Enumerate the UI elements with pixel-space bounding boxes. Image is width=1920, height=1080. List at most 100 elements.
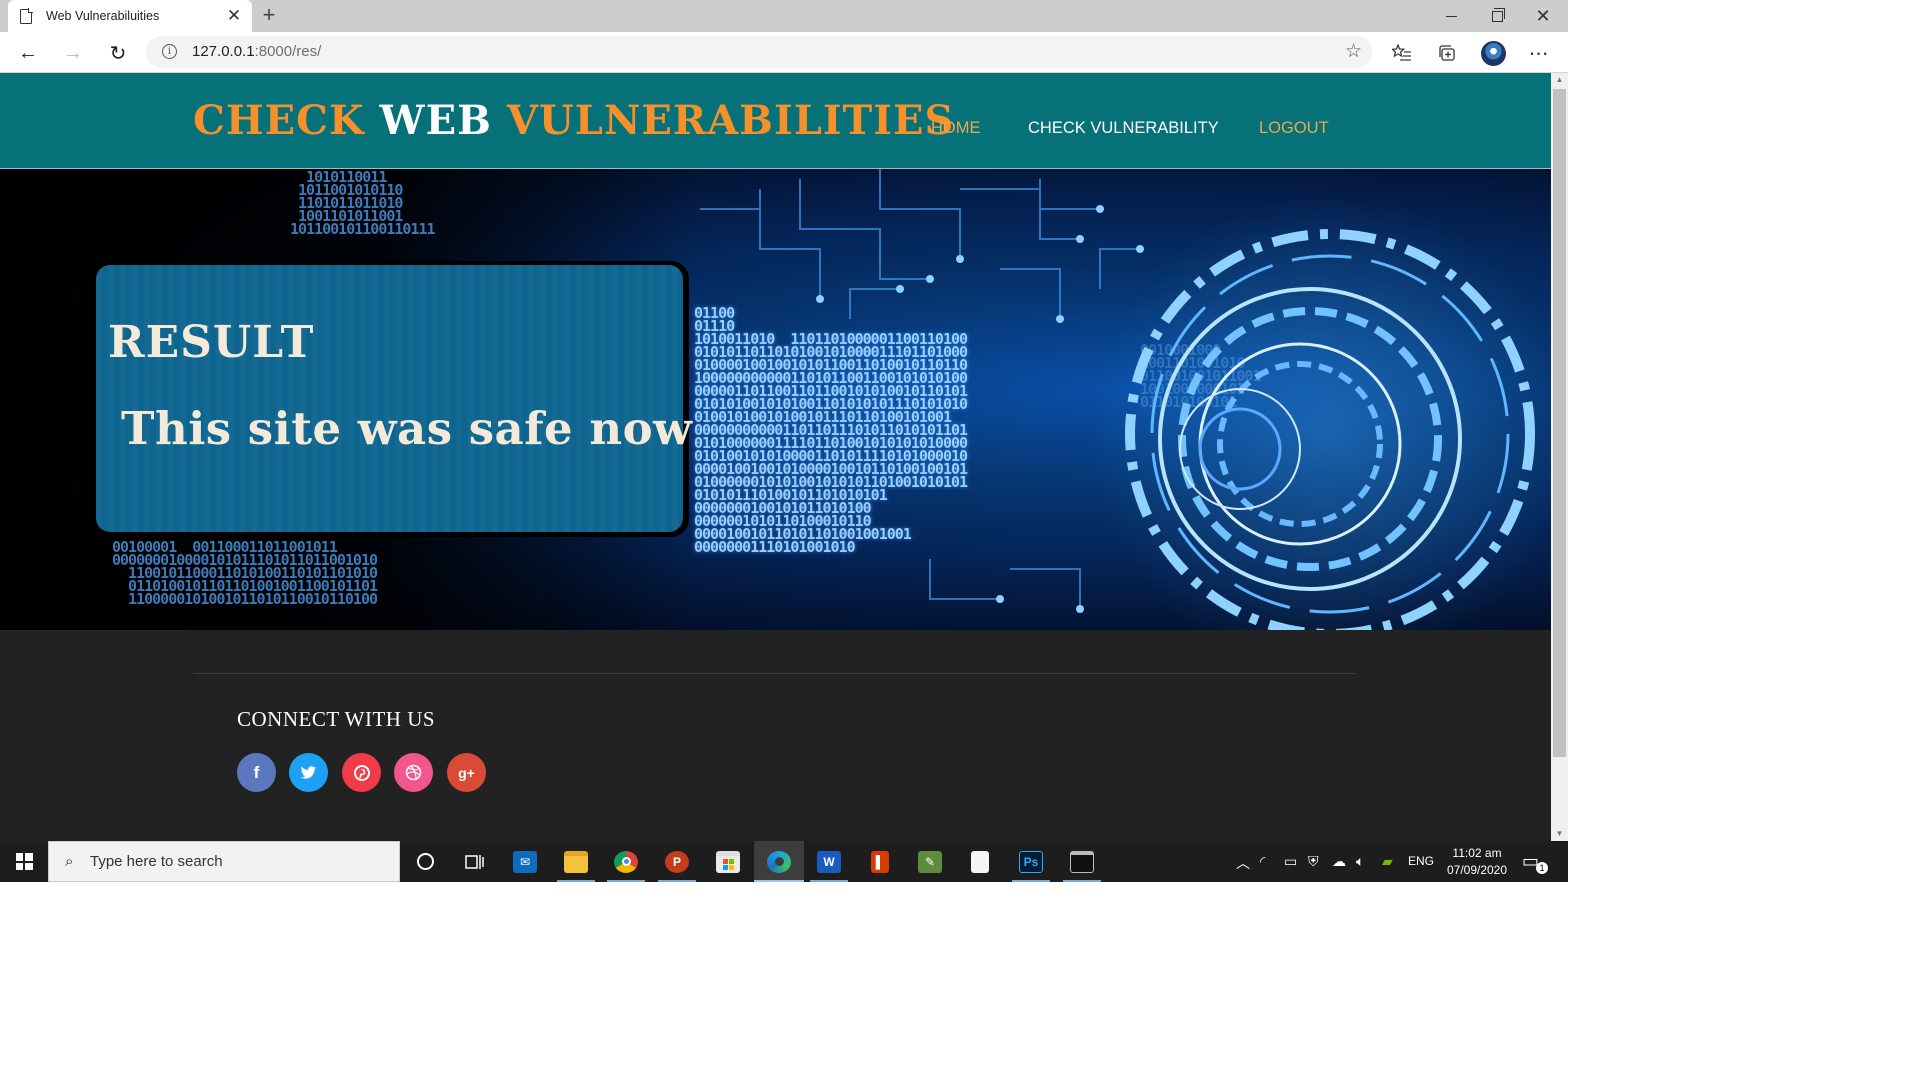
footer-divider <box>194 673 1356 674</box>
scroll-up-icon[interactable]: ▲ <box>1551 73 1568 87</box>
page-viewport: CHECK WEB VULNERABILITIES HOME CHECK VUL… <box>0 73 1551 841</box>
taskbar-chrome[interactable] <box>601 841 651 882</box>
profile-button[interactable] <box>1477 37 1509 69</box>
favorites-list-icon <box>1392 44 1411 61</box>
settings-more-button[interactable]: ⋯ <box>1523 37 1555 69</box>
address-bar[interactable]: i 127.0.0.1:8000/res/ ☆ <box>146 36 1372 68</box>
restore-icon <box>1491 7 1505 22</box>
taskbar-store[interactable] <box>703 841 753 882</box>
reload-icon: ↻ <box>109 42 127 65</box>
result-message: This site was safe now <box>121 402 693 455</box>
nav-check-vulnerability[interactable]: CHECK VULNERABILITY <box>1028 119 1219 138</box>
collections-button[interactable] <box>1431 37 1463 69</box>
folder-icon <box>564 850 588 873</box>
taskbar-word[interactable]: W <box>804 841 854 882</box>
office-icon: ▌ <box>871 850 889 873</box>
language-indicator[interactable]: ENG <box>1408 854 1434 868</box>
taskbar-edge[interactable] <box>754 841 804 882</box>
windows-taskbar: ⌕ Type here to search ✉ P W ▌ ✎ Ps ︿ ◜ ▭… <box>0 841 1568 882</box>
browser-tab-strip: Web Vulnerabiluities ✕ + ✕ <box>0 0 1568 32</box>
taskbar-file-explorer[interactable] <box>551 841 601 882</box>
taskbar-office[interactable]: ▌ <box>855 841 905 882</box>
minimize-icon <box>1445 15 1457 17</box>
task-view-icon <box>465 854 484 869</box>
back-button[interactable]: ← <box>12 37 44 69</box>
nav-home[interactable]: HOME <box>931 119 981 138</box>
page-scrollbar[interactable]: ▲ ▼ <box>1551 73 1568 841</box>
url-path: :8000/res/ <box>254 43 322 60</box>
volume-icon[interactable]: 🔈︎ <box>1356 853 1364 870</box>
twitter-icon <box>300 765 317 779</box>
connect-heading: CONNECT WITH US <box>237 707 436 731</box>
image-editor-icon: ✎ <box>918 850 942 873</box>
search-icon: ⌕ <box>65 853 74 870</box>
powerpoint-icon: P <box>665 850 689 873</box>
taskbar-photos-app[interactable]: ✎ <box>905 841 955 882</box>
site-info-icon[interactable]: i <box>162 44 177 59</box>
reload-button[interactable]: ↻ <box>102 37 134 69</box>
dribbble-icon <box>405 764 422 781</box>
brand-word-vulnerabilities: VULNERABILITIES <box>506 97 955 144</box>
url-host: 127.0.0.1 <box>192 43 255 60</box>
nav-logout[interactable]: LOGOUT <box>1259 119 1329 138</box>
close-icon: ✕ <box>1535 6 1551 26</box>
edge-icon <box>767 850 791 873</box>
battery-icon[interactable]: ▭ <box>1284 853 1297 870</box>
window-close-button[interactable]: ✕ <box>1520 0 1566 32</box>
brand-word-web: WEB <box>379 97 507 144</box>
scrollbar-thumb[interactable] <box>1553 89 1566 757</box>
taskbar-powerpoint[interactable]: P <box>652 841 702 882</box>
scroll-down-icon[interactable]: ▼ <box>1551 827 1568 841</box>
security-shield-icon[interactable]: ⛨ <box>1308 853 1319 870</box>
site-footer: CONNECT WITH US f g+ <box>0 630 1551 841</box>
avatar <box>1480 40 1506 66</box>
restore-button[interactable] <box>1474 0 1520 32</box>
tab-close-icon[interactable]: ✕ <box>226 7 242 24</box>
browser-toolbar: ← → ↻ i 127.0.0.1:8000/res/ ☆ ⋯ <box>0 32 1568 73</box>
windows-logo-icon <box>15 853 33 870</box>
terminal-icon <box>1070 850 1094 873</box>
forward-button[interactable]: → <box>57 37 89 69</box>
taskbar-search-box[interactable]: ⌕ Type here to search <box>48 841 400 882</box>
favorite-star-icon[interactable]: ☆ <box>1345 40 1362 63</box>
system-clock[interactable]: 11:02 am 07/09/2020 <box>1440 845 1514 879</box>
taskbar-photoshop[interactable]: Ps <box>1006 841 1056 882</box>
cortana-button[interactable] <box>400 841 450 882</box>
action-center-button[interactable]: ▭ 1 <box>1522 851 1548 874</box>
onedrive-cloud-icon[interactable]: ☁ <box>1332 853 1346 870</box>
clock-date: 07/09/2020 <box>1446 863 1508 877</box>
task-view-button[interactable] <box>449 841 499 882</box>
nvidia-icon[interactable]: ▰ <box>1382 853 1393 870</box>
browser-tab[interactable]: Web Vulnerabiluities ✕ <box>8 0 252 32</box>
taskbar-terminal[interactable] <box>1057 841 1107 882</box>
url-text[interactable]: 127.0.0.1:8000/res/ <box>192 43 321 60</box>
dribbble-button[interactable] <box>394 753 433 792</box>
site-brand[interactable]: CHECK WEB VULNERABILITIES <box>193 101 954 141</box>
document-icon <box>971 850 989 873</box>
result-title: RESULT <box>108 317 315 368</box>
search-placeholder: Type here to search <box>90 853 223 870</box>
new-tab-button[interactable]: + <box>258 4 280 28</box>
result-card <box>96 265 683 532</box>
facebook-button[interactable]: f <box>237 753 276 792</box>
photoshop-icon: Ps <box>1019 850 1043 873</box>
wifi-icon[interactable]: ◜ <box>1260 853 1265 870</box>
store-icon <box>716 850 740 873</box>
notification-count-badge: 1 <box>1536 862 1548 874</box>
brand-word-check: CHECK <box>193 97 380 144</box>
favorites-button[interactable] <box>1386 37 1418 69</box>
chrome-icon <box>614 850 638 873</box>
twitter-button[interactable] <box>289 753 328 792</box>
show-hidden-icons-chevron-icon[interactable]: ︿ <box>1236 853 1250 873</box>
page-icon <box>20 8 33 24</box>
start-button[interactable] <box>0 841 48 882</box>
pinterest-icon <box>353 764 370 781</box>
clock-time: 11:02 am <box>1452 846 1502 860</box>
site-header: CHECK WEB VULNERABILITIES HOME CHECK VUL… <box>0 73 1551 169</box>
taskbar-mail[interactable]: ✉ <box>500 841 550 882</box>
taskbar-notepad[interactable] <box>955 841 1005 882</box>
collections-icon <box>1439 45 1455 61</box>
google-plus-button[interactable]: g+ <box>447 753 486 792</box>
pinterest-button[interactable] <box>342 753 381 792</box>
minimize-button[interactable] <box>1428 0 1474 32</box>
